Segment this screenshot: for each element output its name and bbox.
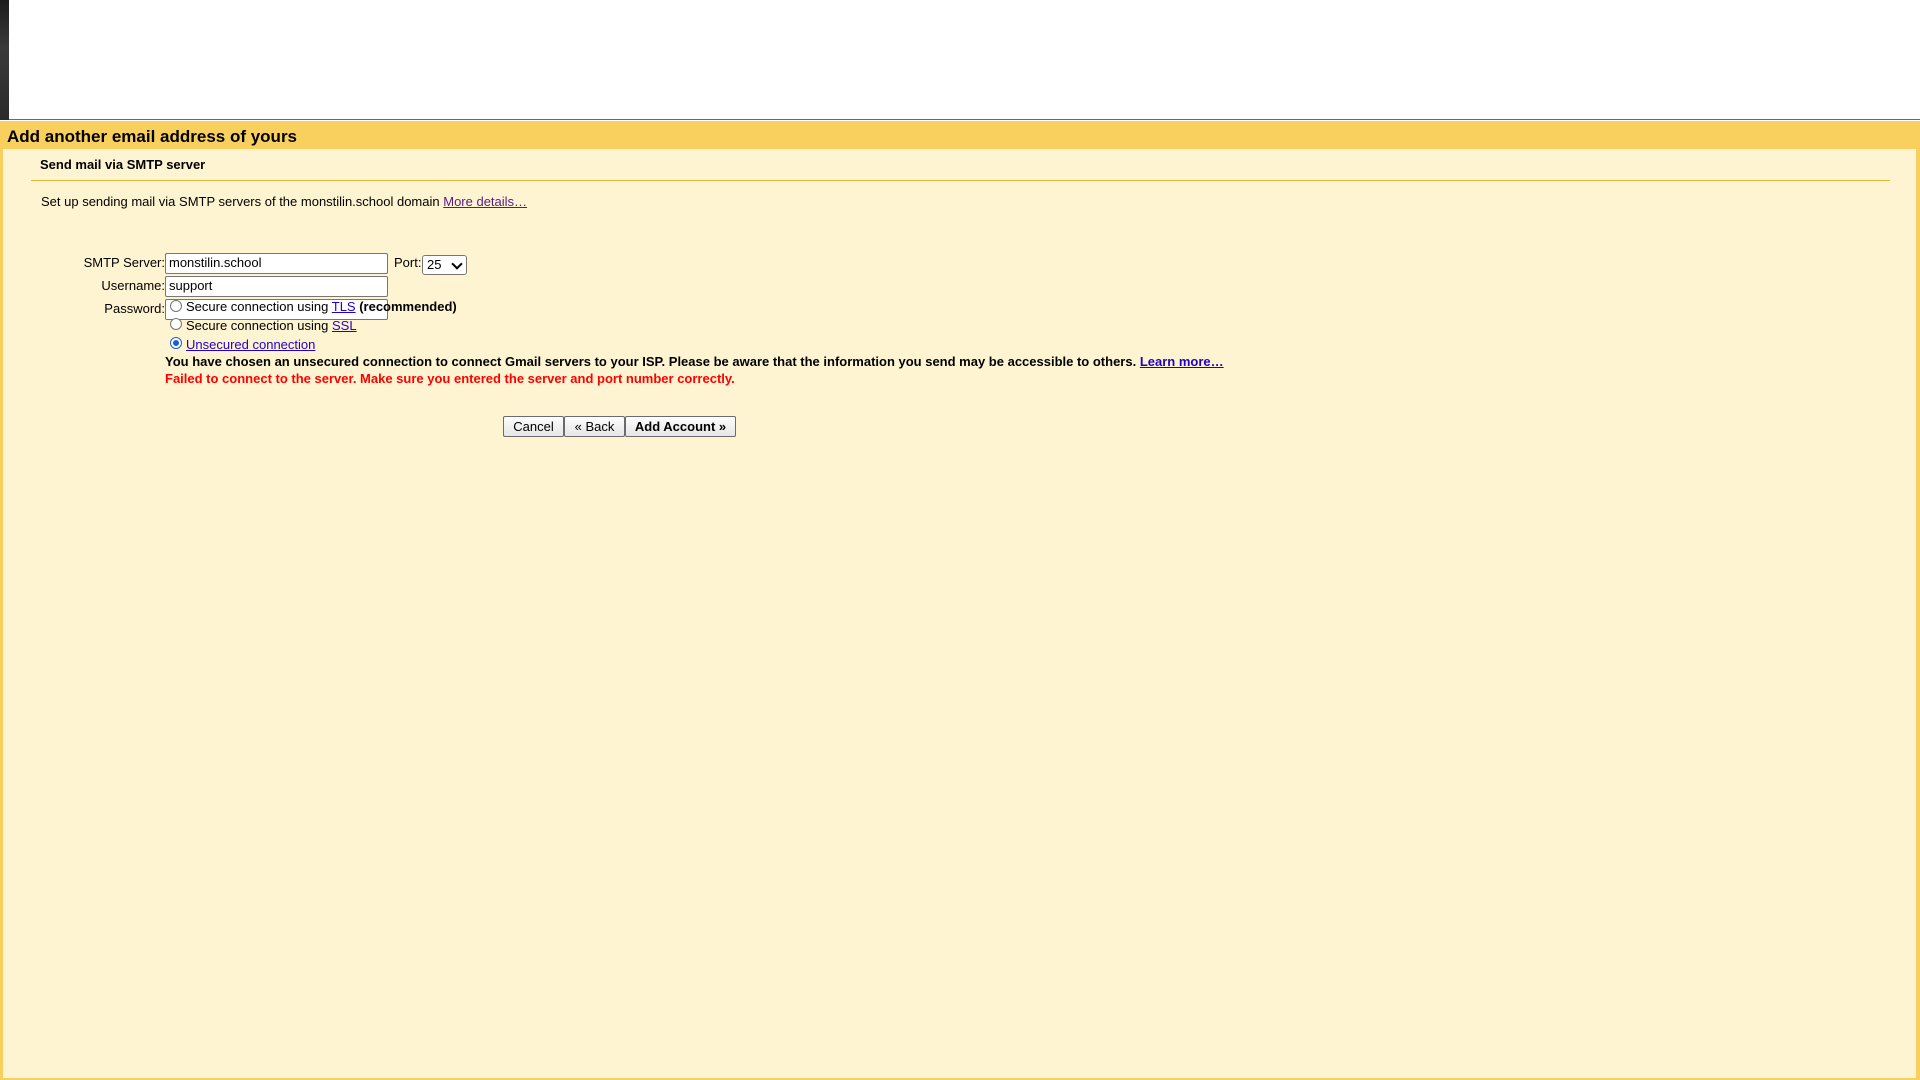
tls-radio[interactable] xyxy=(170,300,182,312)
dialog-body: Send mail via SMTP server Set up sending… xyxy=(3,149,1916,1078)
intro-text: Set up sending mail via SMTP servers of … xyxy=(41,194,527,209)
ssl-link[interactable]: SSL xyxy=(332,318,357,333)
smtp-server-label: SMTP Server: xyxy=(83,255,165,270)
connection-error: Failed to connect to the server. Make su… xyxy=(165,371,735,386)
chevron-down-icon xyxy=(451,258,463,270)
back-button[interactable]: « Back xyxy=(564,416,625,437)
unsecured-radio[interactable] xyxy=(170,337,182,349)
password-label: Password: xyxy=(104,301,165,316)
unsecured-link[interactable]: Unsecured connection xyxy=(186,337,315,352)
add-account-button[interactable]: Add Account » xyxy=(625,416,736,437)
section-divider xyxy=(31,180,1890,181)
smtp-server-input[interactable]: monstilin.school xyxy=(165,253,388,274)
recommended-note: (recommended) xyxy=(355,299,457,314)
more-details-link[interactable]: More details… xyxy=(443,194,527,209)
intro-label: Set up sending mail via SMTP servers of … xyxy=(41,194,444,209)
top-blank-area xyxy=(0,0,1920,120)
username-input[interactable]: support xyxy=(165,276,388,297)
ssl-option-label: Secure connection using SSL xyxy=(186,318,357,333)
unsecured-option-label: Unsecured connection xyxy=(186,337,315,352)
learn-more-link[interactable]: Learn more… xyxy=(1140,354,1224,369)
warning-text: You have chosen an unsecured connection … xyxy=(165,354,1140,369)
dialog-title: Add another email address of yours xyxy=(7,127,298,146)
ssl-radio[interactable] xyxy=(170,318,182,330)
tls-link[interactable]: TLS xyxy=(332,299,356,314)
cancel-button[interactable]: Cancel xyxy=(503,416,564,437)
section-title: Send mail via SMTP server xyxy=(40,157,206,172)
unsecured-warning: You have chosen an unsecured connection … xyxy=(165,354,1224,369)
port-label: Port: xyxy=(394,255,422,270)
ssl-prefix: Secure connection using xyxy=(186,318,332,333)
add-email-dialog: Add another email address of yours Send … xyxy=(0,121,1920,1080)
username-label: Username: xyxy=(101,278,165,293)
port-select[interactable]: 25 xyxy=(422,255,467,275)
left-dark-strip xyxy=(0,0,9,120)
tls-option-label: Secure connection using TLS (recommended… xyxy=(186,299,457,314)
tls-prefix: Secure connection using xyxy=(186,299,332,314)
port-value: 25 xyxy=(427,257,442,272)
